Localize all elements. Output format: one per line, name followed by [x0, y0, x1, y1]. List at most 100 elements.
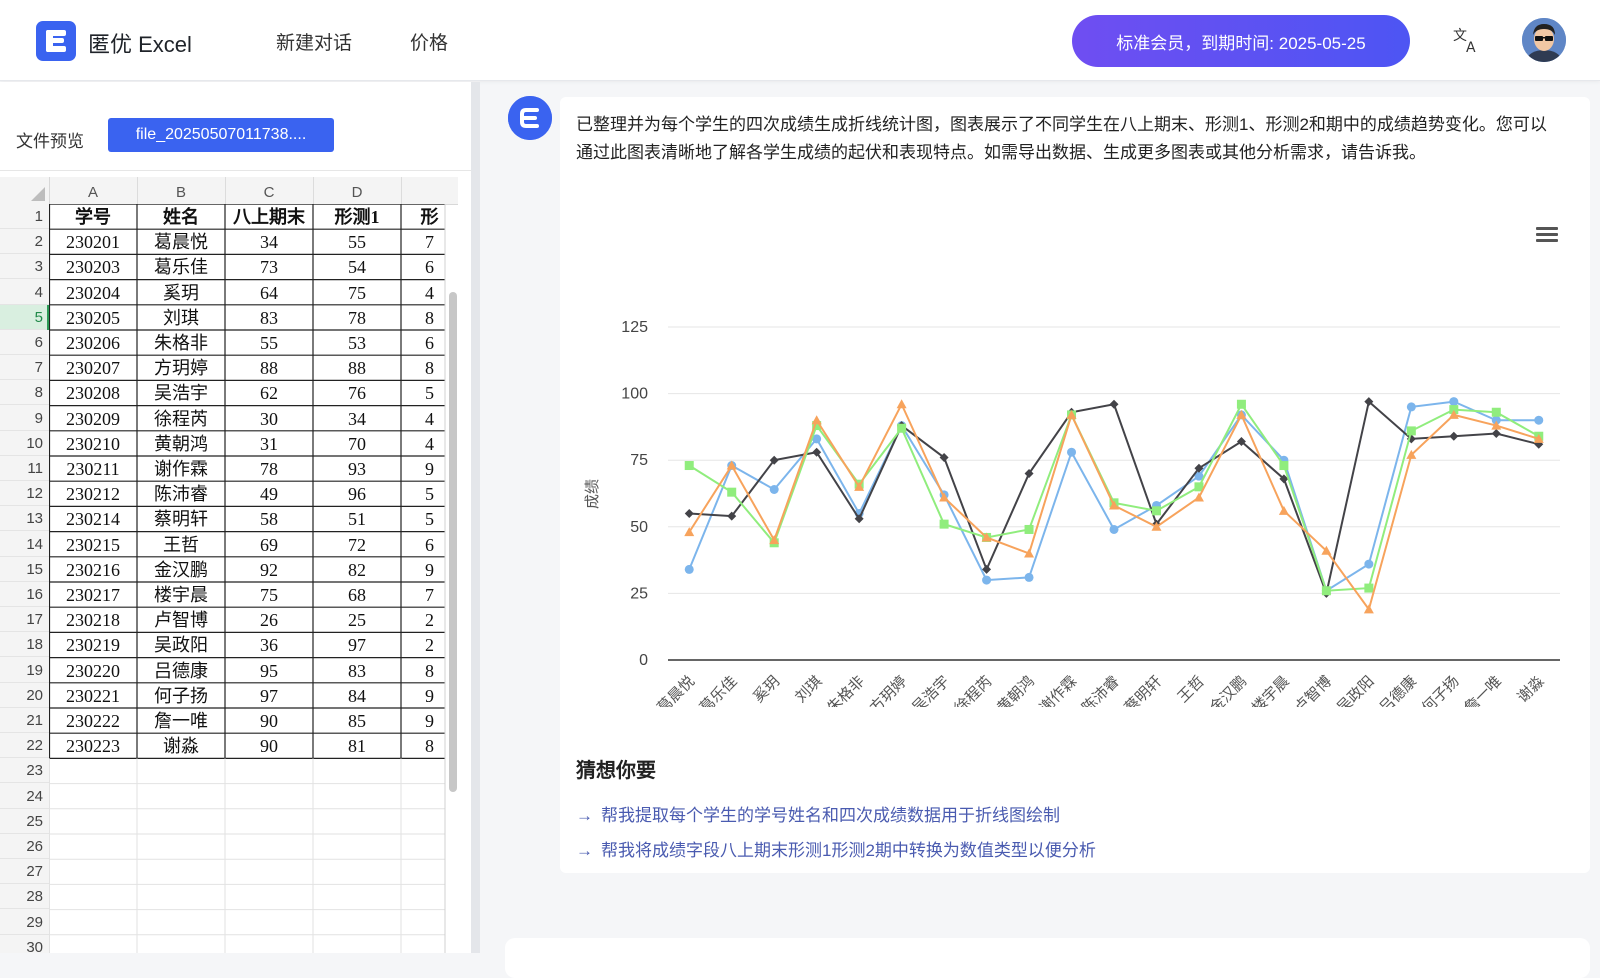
suggestion-link[interactable]: → 帮我提取每个学生的学号姓名和四次成绩数据用于折线图绘制 — [576, 801, 1060, 826]
row-number[interactable]: 19 — [0, 658, 49, 683]
row-number[interactable]: 6 — [0, 330, 49, 355]
table-cell[interactable]: 54 — [313, 254, 401, 279]
table-cell[interactable]: 吴浩宇 — [137, 380, 225, 405]
vertical-scrollbar[interactable] — [449, 292, 457, 792]
table-cell[interactable]: 230208 — [49, 380, 137, 405]
table-cell[interactable]: 230218 — [49, 607, 137, 632]
table-cell[interactable]: 卢智博 — [137, 607, 225, 632]
table-cell[interactable]: 68 — [313, 582, 401, 607]
membership-badge[interactable]: 标准会员，到期时间: 2025-05-25 — [1072, 15, 1410, 67]
table-cell[interactable]: 230204 — [49, 280, 137, 305]
table-cell[interactable]: 230205 — [49, 305, 137, 330]
table-cell[interactable]: 55 — [313, 229, 401, 254]
chat-input-area[interactable] — [505, 938, 1590, 978]
row-number[interactable]: 13 — [0, 506, 49, 532]
spreadsheet[interactable]: ABCD 1 2 3 4 5 6 7 8 9 10 11 12 13 14 15 16 17 18 19 20 21 22… — [0, 177, 458, 953]
table-cell[interactable]: 34 — [225, 229, 313, 254]
row-number[interactable]: 27 — [0, 859, 49, 885]
row-number[interactable]: 8 — [0, 380, 49, 406]
table-cell[interactable]: 83 — [313, 658, 401, 683]
table-cell[interactable]: 奚玥 — [137, 280, 225, 305]
table-cell[interactable]: 30 — [225, 406, 313, 431]
app-logo-icon[interactable] — [36, 21, 76, 61]
table-cell[interactable]: 70 — [313, 431, 401, 456]
row-number[interactable]: 15 — [0, 557, 49, 582]
row-number[interactable]: 28 — [0, 884, 49, 910]
table-cell[interactable]: 49 — [225, 481, 313, 506]
row-number[interactable]: 11 — [0, 456, 49, 481]
table-header-cell[interactable]: 八上期末 — [225, 204, 313, 229]
table-cell[interactable]: 69 — [225, 532, 313, 557]
table-cell[interactable]: 78 — [313, 305, 401, 330]
table-cell[interactable]: 34 — [313, 406, 401, 431]
table-cell[interactable]: 51 — [313, 506, 401, 531]
table-cell[interactable]: 谢淼 — [137, 733, 225, 758]
table-cell[interactable]: 78 — [225, 456, 313, 481]
row-number[interactable]: 10 — [0, 431, 49, 456]
table-cell[interactable]: 26 — [225, 607, 313, 632]
table-cell[interactable]: 90 — [225, 708, 313, 733]
table-cell[interactable]: 55 — [225, 330, 313, 355]
row-number[interactable]: 23 — [0, 758, 49, 784]
table-cell[interactable]: 230201 — [49, 229, 137, 254]
table-cell[interactable]: 95 — [225, 658, 313, 683]
translate-icon[interactable]: 文 A — [1452, 26, 1482, 56]
table-cell[interactable]: 黄朝鸿 — [137, 431, 225, 456]
table-cell[interactable]: 230206 — [49, 330, 137, 355]
table-cell[interactable]: 31 — [225, 431, 313, 456]
table-cell[interactable]: 230210 — [49, 431, 137, 456]
table-cell[interactable]: 楼宇晨 — [137, 582, 225, 607]
user-avatar[interactable] — [1522, 18, 1566, 62]
table-cell[interactable]: 谢作霖 — [137, 456, 225, 481]
row-number[interactable]: 12 — [0, 481, 49, 507]
table-cell[interactable]: 230222 — [49, 708, 137, 733]
table-cell[interactable]: 230219 — [49, 632, 137, 657]
file-chip[interactable]: file_20250507011738.... — [108, 118, 334, 152]
table-header-cell[interactable]: 学号 — [49, 204, 137, 229]
table-cell[interactable]: 25 — [313, 607, 401, 632]
nav-new-chat[interactable]: 新建对话 — [276, 28, 352, 55]
table-cell[interactable]: 36 — [225, 632, 313, 657]
table-cell[interactable]: 75 — [225, 582, 313, 607]
table-cell[interactable]: 82 — [313, 557, 401, 582]
table-cell[interactable]: 230212 — [49, 481, 137, 506]
table-cell[interactable]: 230203 — [49, 254, 137, 279]
table-cell[interactable]: 230214 — [49, 506, 137, 531]
table-cell[interactable]: 葛乐佳 — [137, 254, 225, 279]
table-cell[interactable]: 7 — [401, 229, 458, 254]
row-number[interactable]: 20 — [0, 683, 49, 708]
table-cell[interactable]: 96 — [313, 481, 401, 506]
table-header-cell[interactable]: 形 — [401, 204, 458, 229]
table-cell[interactable]: 81 — [313, 733, 401, 758]
table-cell[interactable]: 97 — [313, 632, 401, 657]
table-header-cell[interactable]: 姓名 — [137, 204, 225, 229]
table-cell[interactable]: 230220 — [49, 658, 137, 683]
table-cell[interactable]: 6 — [401, 254, 458, 279]
table-cell[interactable]: 吴政阳 — [137, 632, 225, 657]
table-cell[interactable]: 75 — [313, 280, 401, 305]
table-cell[interactable]: 72 — [313, 532, 401, 557]
table-cell[interactable]: 何子扬 — [137, 683, 225, 708]
chart-menu-icon[interactable] — [1536, 227, 1560, 247]
table-cell[interactable]: 方玥婷 — [137, 355, 225, 380]
table-cell[interactable]: 徐程芮 — [137, 406, 225, 431]
table-cell[interactable]: 92 — [225, 557, 313, 582]
table-header-cell[interactable]: 形测1 — [313, 204, 401, 229]
table-cell[interactable]: 王哲 — [137, 532, 225, 557]
table-cell[interactable]: 97 — [225, 683, 313, 708]
row-number[interactable]: 7 — [0, 355, 49, 381]
table-cell[interactable]: 230223 — [49, 733, 137, 758]
table-cell[interactable]: 230209 — [49, 406, 137, 431]
table-cell[interactable]: 230216 — [49, 557, 137, 582]
table-cell[interactable]: 76 — [313, 380, 401, 405]
row-number[interactable]: 16 — [0, 582, 49, 607]
table-cell[interactable]: 90 — [225, 733, 313, 758]
column-header[interactable]: B — [137, 177, 226, 204]
column-header[interactable]: D — [313, 177, 402, 204]
row-number[interactable]: 29 — [0, 910, 49, 935]
table-cell[interactable]: 58 — [225, 506, 313, 531]
select-all-corner[interactable] — [0, 177, 50, 204]
table-cell[interactable]: 53 — [313, 330, 401, 355]
row-number[interactable]: 4 — [0, 280, 49, 305]
column-header[interactable]: A — [49, 177, 138, 204]
